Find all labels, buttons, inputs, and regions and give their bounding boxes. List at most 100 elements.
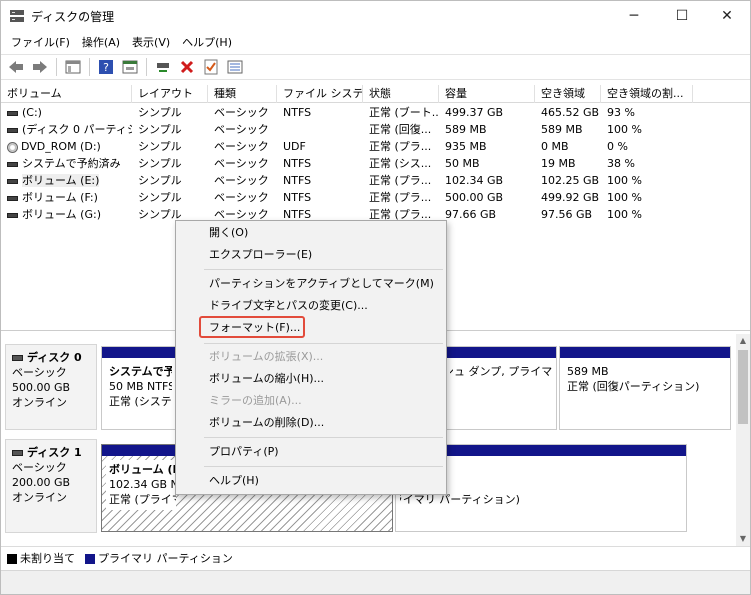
menu-item-extend-volume: ボリュームの拡張(X)...	[209, 350, 324, 363]
cell-free-percent: 100 %	[607, 208, 642, 221]
cell-layout: シンプル	[138, 106, 182, 119]
column-header-filesystem[interactable]: ファイル システム	[277, 85, 363, 103]
volume-name: ボリューム (F:)	[22, 191, 98, 204]
partition-details: ボリューム (E:) 102.34 GB NTFS 正常 (プライマリ パーティ…	[106, 460, 176, 510]
delete-icon[interactable]	[176, 56, 198, 78]
disk-name: ディスク 0	[27, 351, 82, 364]
check-icon[interactable]	[200, 56, 222, 78]
volume-row[interactable]: システムで予約済み シンプル ベーシック NTFS 正常 (シス... 50 MB 19 M…	[1, 155, 750, 172]
volume-list-header: ボリューム レイアウト 種類 ファイル システム 状態 容量 空き領域 空き領域…	[1, 85, 750, 103]
menu-action[interactable]: 操作(A)	[76, 34, 126, 50]
cell-volume: ボリューム (F:)	[1, 189, 132, 206]
primary-partition-bar	[446, 347, 556, 358]
cell-capacity: 500.00 GB	[445, 191, 504, 204]
menu-item-open[interactable]: 開く(O)	[209, 223, 248, 243]
menu-item-shrink-volume[interactable]: ボリュームの縮小(H)...	[209, 369, 324, 389]
drive-icon	[7, 161, 18, 167]
scroll-thumb[interactable]	[738, 350, 748, 424]
cell-capacity: 589 MB	[445, 123, 487, 136]
status-bar	[1, 570, 750, 594]
context-menu: 開く(O) エクスプローラー(E) パーティションをアクティブとしてマーク(M)…	[175, 220, 447, 495]
menu-item-add-mirror: ミラーの追加(A)...	[209, 394, 302, 407]
volume-row[interactable]: DVD_ROM (D:) シンプル ベーシック UDF 正常 (プラ... 935 MB 0…	[1, 138, 750, 155]
connect-icon[interactable]	[152, 56, 174, 78]
volume-row[interactable]: ボリューム (E:) シンプル ベーシック NTFS 正常 (プラ... 102.34 G…	[1, 172, 750, 189]
cell-volume: システムで予約済み	[1, 155, 132, 172]
menu-item-change-drive-letter[interactable]: ドライブ文字とパスの変更(C)...	[209, 296, 368, 316]
primary-partition-bar	[102, 347, 176, 358]
disk-size: 500.00 GB	[12, 381, 71, 394]
menu-item-explorer[interactable]: エクスプローラー(E)	[209, 245, 312, 265]
column-header-free-space[interactable]: 空き領域	[535, 85, 601, 103]
cell-volume: DVD_ROM (D:)	[1, 138, 132, 155]
column-header-capacity[interactable]: 容量	[439, 85, 535, 103]
menu-file[interactable]: ファイル(F)	[5, 34, 76, 50]
cell-free-space: 0 MB	[541, 140, 569, 153]
cell-filesystem: NTFS	[283, 191, 312, 204]
partition-recovery[interactable]: 589 MB 正常 (回復パーティション)	[559, 346, 731, 430]
partition-size: 50 MB NTFS	[109, 380, 172, 393]
drive-icon	[7, 178, 18, 184]
window-title: ディスクの管理	[31, 10, 115, 24]
disk-size: 200.00 GB	[12, 476, 71, 489]
cell-layout: シンプル	[138, 191, 182, 204]
menu-item-help[interactable]: ヘルプ(H)	[209, 471, 259, 491]
minimize-button[interactable]: ─	[611, 1, 657, 31]
partition-size: 102.34 GB NTFS	[109, 478, 176, 491]
partition-system-reserved[interactable]: システムで予約済み 50 MB NTFS 正常 (システム, アクティブ, プラ…	[101, 346, 177, 430]
disk-map-scrollbar[interactable]: ▲ ▼	[736, 334, 750, 546]
disk-1-label[interactable]: ディスク 1 ベーシック 200.00 GB オンライン	[5, 439, 97, 533]
cell-filesystem: NTFS	[283, 174, 312, 187]
back-icon[interactable]	[5, 56, 27, 78]
forward-icon[interactable]	[29, 56, 51, 78]
volume-name: (ディスク 0 パーティシ...	[22, 123, 132, 136]
menu-item-delete-volume[interactable]: ボリュームの削除(D)...	[209, 413, 324, 433]
disk-name: ディスク 1	[27, 446, 82, 459]
cell-layout: シンプル	[138, 174, 182, 187]
partition-c[interactable]: 正常 (ブート, ページ ファイル, クラッシュ ダンプ, プライマリ パーティ…	[445, 346, 557, 430]
settings-list-icon[interactable]	[224, 56, 246, 78]
menu-item-mark-active[interactable]: パーティションをアクティブとしてマーク(M)	[209, 274, 434, 294]
volume-row[interactable]: (C:) シンプル ベーシック NTFS 正常 (ブート... 499.37 GB 465.…	[1, 104, 750, 121]
help-icon[interactable]: ?	[95, 56, 117, 78]
cell-type: ベーシック	[214, 106, 269, 119]
cell-capacity: 97.66 GB	[445, 208, 497, 221]
cell-free-percent: 0 %	[607, 140, 628, 153]
partition-status: 正常 (ブート, ページ ファイル, クラッシュ ダンプ, プライマリ パーティ…	[450, 365, 552, 378]
cell-volume: (ディスク 0 パーティシ...	[1, 121, 132, 138]
maximize-button[interactable]: ☐	[659, 1, 705, 31]
menu-help[interactable]: ヘルプ(H)	[176, 34, 238, 50]
properties-icon[interactable]	[119, 56, 141, 78]
volume-row[interactable]: ボリューム (F:) シンプル ベーシック NTFS 正常 (プラ... 500.00 G…	[1, 189, 750, 206]
list-view-icon[interactable]	[62, 56, 84, 78]
partition-size: 589 MB	[567, 365, 609, 378]
cell-filesystem: UDF	[283, 140, 306, 153]
disk-0-label[interactable]: ディスク 0 ベーシック 500.00 GB オンライン	[5, 344, 97, 430]
menu-item-properties[interactable]: プロパティ(P)	[209, 442, 279, 462]
cell-type: ベーシック	[214, 157, 269, 170]
toolbar-separator	[89, 58, 90, 76]
disk-management-app-icon	[10, 10, 24, 22]
volume-row[interactable]: (ディスク 0 パーティシ... シンプル ベーシック 正常 (回復... 589 MB…	[1, 121, 750, 138]
drive-icon	[7, 110, 18, 116]
disk-management-window: ディスクの管理 ─ ☐ ✕ ファイル(F) 操作(A) 表示(V) ヘルプ(H)…	[0, 0, 751, 595]
partition-details: システムで予約済み 50 MB NTFS 正常 (システム, アクティブ, プラ…	[106, 362, 172, 425]
menu-separator	[204, 343, 443, 344]
column-header-volume[interactable]: ボリューム	[1, 85, 132, 103]
legend-label: プライマリ パーティション	[98, 552, 233, 565]
partition-details: 589 MB 正常 (回復パーティション)	[564, 362, 726, 425]
cell-free-space: 97.56 GB	[541, 208, 593, 221]
column-header-status[interactable]: 状態	[363, 85, 439, 103]
scroll-down-icon[interactable]: ▼	[736, 532, 750, 546]
menu-bar: ファイル(F) 操作(A) 表示(V) ヘルプ(H)	[1, 31, 750, 53]
scroll-up-icon[interactable]: ▲	[736, 334, 750, 348]
column-header-free-percent[interactable]: 空き領域の割...	[601, 85, 693, 103]
format-highlight-box	[199, 316, 305, 338]
menu-view[interactable]: 表示(V)	[126, 34, 176, 50]
close-button[interactable]: ✕	[704, 1, 750, 31]
column-header-type[interactable]: 種類	[208, 85, 277, 103]
column-header-layout[interactable]: レイアウト	[132, 85, 208, 103]
legend-unallocated: 未割り当て	[7, 550, 75, 566]
cell-layout: シンプル	[138, 140, 182, 153]
svg-text:?: ?	[103, 61, 109, 74]
